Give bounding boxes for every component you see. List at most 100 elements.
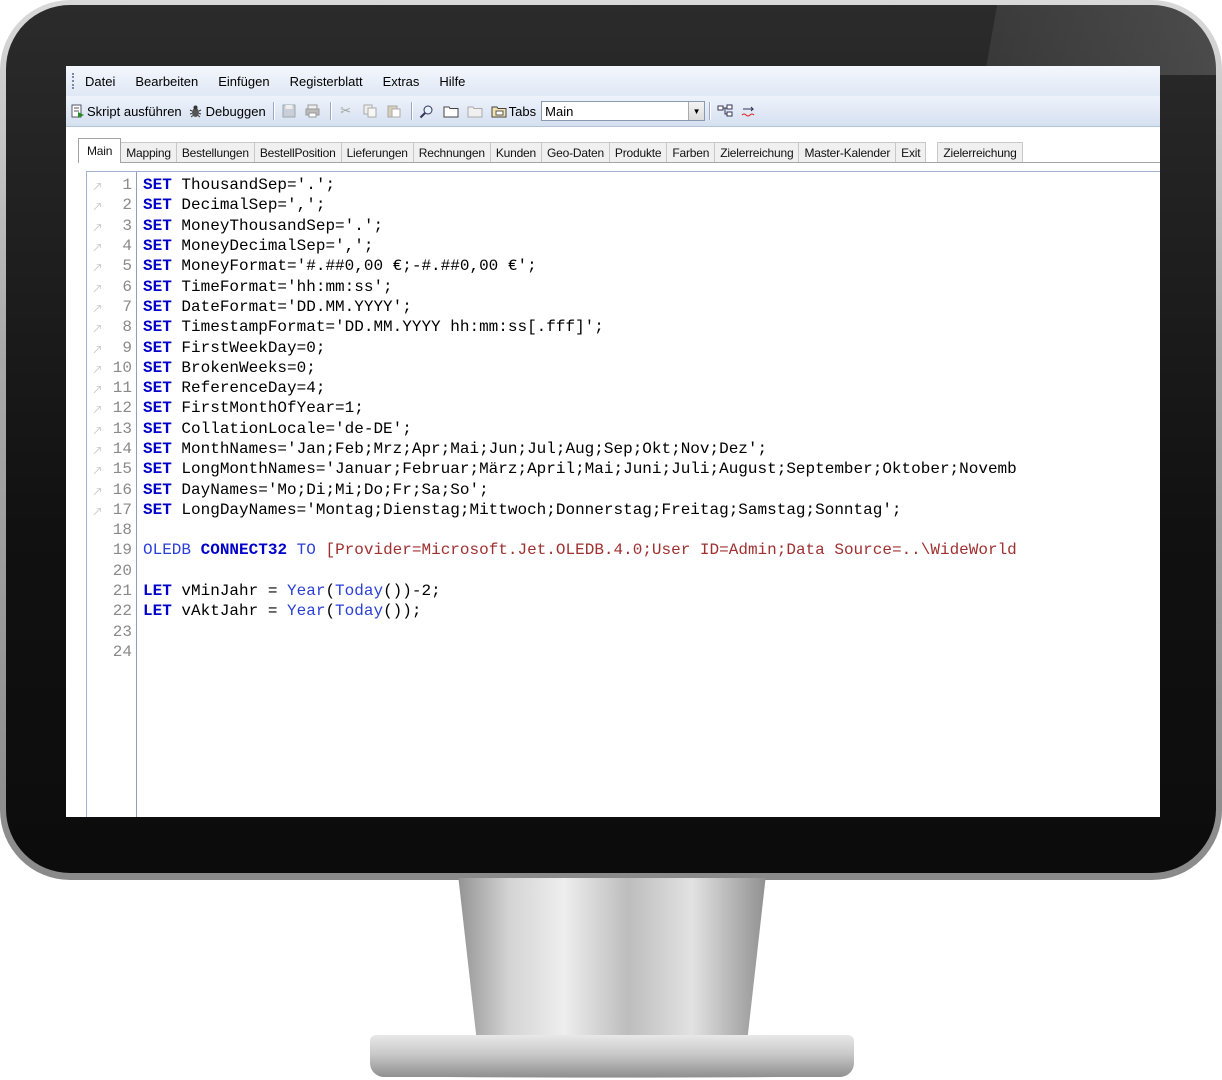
code-text: SET MoneyThousandSep='.'; (132, 217, 383, 235)
menu-datei[interactable]: Datei (85, 74, 115, 89)
monitor-stand-base (370, 1035, 854, 1077)
code-line[interactable]: 🡕 9 SET FirstWeekDay=0; (87, 337, 1017, 358)
tab-lieferungen[interactable]: Lieferungen (340, 142, 414, 162)
code-line[interactable]: 22 LET vAktJahr = Year(Today()); (87, 601, 1017, 621)
code-line[interactable]: 🡕 6 SET TimeFormat='hh:mm:ss'; (87, 276, 1017, 297)
code-line[interactable]: 🡕 14 SET MonthNames='Jan;Feb;Mrz;Apr;Mai;J… (87, 439, 1017, 459)
line-number: 🡕 8 (87, 318, 132, 337)
code-line[interactable]: 🡕 16 SET DayNames='Mo;Di;Mi;Do;Fr;Sa;So'; (87, 479, 1017, 500)
menu-einfuegen[interactable]: Einfügen (218, 74, 269, 89)
tab-kunden[interactable]: Kunden (489, 142, 543, 162)
code-line[interactable]: 🡕 4 SET MoneyDecimalSep=','; (87, 236, 1017, 256)
line-number: 20 (87, 562, 132, 580)
code-line[interactable]: 🡕 17 SET LongDayNames='Montag;Dienstag;Mit… (87, 500, 1017, 520)
debug-button[interactable]: Debuggen (185, 100, 269, 122)
line-number-text: 5 (122, 257, 132, 276)
code-text: SET MoneyFormat='#.##0,00 €;-#.##0,00 €'… (132, 257, 537, 275)
line-number-text: 8 (122, 318, 132, 337)
line-number: 21 (87, 582, 132, 600)
tab-master-kalender[interactable]: Master-Kalender (798, 142, 897, 162)
menu-registerblatt[interactable]: Registerblatt (290, 74, 363, 89)
code-line[interactable]: 🡕 3 SET MoneyThousandSep='.'; (87, 216, 1017, 236)
line-number-text: 19 (112, 541, 132, 560)
line-number-text: 12 (112, 399, 132, 418)
tabs-button[interactable]: Tabs (488, 100, 539, 122)
tab-bestellungen[interactable]: Bestellungen (175, 142, 255, 162)
menu-grip[interactable] (72, 73, 77, 89)
toolbar-separator (272, 102, 274, 120)
paste-button[interactable] (383, 100, 407, 122)
tabs-dropdown[interactable]: Main ▼ (541, 101, 706, 121)
code-line[interactable]: 🡕 8 SET TimestampFormat='DD.MM.YYYY hh:mm:… (87, 317, 1017, 337)
code-line[interactable]: 24 (87, 642, 1017, 662)
code-line[interactable]: 21 LET vMinJahr = Year(Today())-2; (87, 581, 1017, 601)
code-line[interactable]: 18 (87, 520, 1017, 540)
data-model-button[interactable] (714, 100, 738, 122)
script-editor[interactable]: 🡕 1 SET ThousandSep='.'; 🡕 2 SET DecimalSep='… (86, 171, 1160, 817)
sheet-tabs: Main Mapping Bestellungen BestellPosition Li… (78, 138, 1160, 163)
tab-rechnungen[interactable]: Rechnungen (412, 142, 491, 162)
line-number: 🡕 5 (87, 257, 132, 276)
line-number: 24 (87, 643, 132, 661)
code-line[interactable]: 🡕 5 SET MoneyFormat='#.##0,00 €;-#.##0,00 … (87, 256, 1017, 276)
tab-bestellposition[interactable]: BestellPosition (253, 142, 342, 162)
code-token: TimestampFormat='DD.MM.YYYY hh:mm:ss[.ff… (171, 318, 604, 337)
code-line[interactable]: 🡕 11 SET ReferenceDay=4; (87, 378, 1017, 398)
print-button[interactable] (302, 100, 326, 122)
save-button[interactable] (278, 100, 302, 122)
keyword-token: LET (143, 582, 172, 601)
menu-hilfe[interactable]: Hilfe (439, 74, 465, 89)
keyword-token: SET (143, 237, 172, 256)
tabs-icon (491, 103, 507, 119)
line-number: 🡕 16 (87, 481, 132, 500)
code-line[interactable]: 20 (87, 561, 1017, 581)
line-number: 🡕 1 (87, 176, 132, 195)
menu-extras[interactable]: Extras (383, 74, 420, 89)
function-token: Year (287, 582, 326, 601)
run-script-button[interactable]: Skript ausführen (66, 100, 185, 122)
code-text: SET DateFormat='DD.MM.YYYY'; (132, 298, 412, 316)
keyword-token: SET (143, 419, 172, 438)
code-line[interactable]: 🡕 15 SET LongMonthNames='Januar;Februar;Mä… (87, 459, 1017, 479)
scissors-icon: ✂ (340, 103, 352, 118)
code-line[interactable]: 🡕 10 SET BrokenWeeks=0; (87, 358, 1017, 378)
code-line[interactable]: 🡕 12 SET FirstMonthOfYear=1; (87, 398, 1017, 418)
folder-button[interactable] (440, 100, 464, 122)
chevron-down-icon[interactable]: ▼ (688, 102, 705, 120)
tab-farben[interactable]: Farben (666, 142, 716, 162)
tab-zielerreichung[interactable]: Zielerreichung (937, 142, 1023, 162)
code-line[interactable]: 23 (87, 622, 1017, 642)
keyword-token: SET (143, 480, 172, 499)
tab-mapping[interactable]: Mapping (120, 142, 177, 162)
run-script-icon (69, 103, 85, 119)
cut-button[interactable]: ✂ (335, 100, 359, 122)
code-line[interactable]: 🡕 7 SET DateFormat='DD.MM.YYYY'; (87, 297, 1017, 317)
search-button[interactable] (416, 100, 440, 122)
function-token: OLEDB (143, 541, 192, 560)
copy-button[interactable] (359, 100, 383, 122)
code-text: SET FirstMonthOfYear=1; (132, 399, 364, 417)
line-number: 23 (87, 623, 132, 641)
code-line[interactable]: 🡕 1 SET ThousandSep='.'; (87, 175, 1017, 195)
code-line[interactable]: 🡕 2 SET DecimalSep=','; (87, 195, 1017, 215)
keyword-token: SET (143, 500, 172, 519)
menu-bearbeiten[interactable]: Bearbeiten (135, 74, 198, 89)
string-token: [Provider=Microsoft.Jet.OLEDB.4.0;User I… (325, 541, 1017, 560)
syntax-check-button[interactable] (738, 100, 762, 122)
line-number-text: 21 (112, 582, 132, 601)
folder-alt-button[interactable] (464, 100, 488, 122)
keyword-token: SET (143, 257, 172, 276)
tab-zielerreichung[interactable]: Zielerreichung (714, 142, 800, 162)
line-number-text: 2 (122, 196, 132, 215)
code-token: ()); (383, 602, 422, 621)
tab-main[interactable]: Main (78, 138, 122, 163)
code-line[interactable]: 🡕 13 SET CollationLocale='de-DE'; (87, 419, 1017, 439)
code-line[interactable]: 19 OLEDB CONNECT32 TO [Provider=Microsoft… (87, 540, 1017, 560)
tab-geo-daten[interactable]: Geo-Daten (541, 142, 610, 162)
tab-produkte[interactable]: Produkte (608, 142, 668, 162)
code-token: LongMonthNames='Januar;Februar;März;Apri… (171, 460, 1017, 479)
line-number: 🡕 9 (87, 339, 132, 358)
tab-exit[interactable]: Exit (895, 142, 927, 162)
